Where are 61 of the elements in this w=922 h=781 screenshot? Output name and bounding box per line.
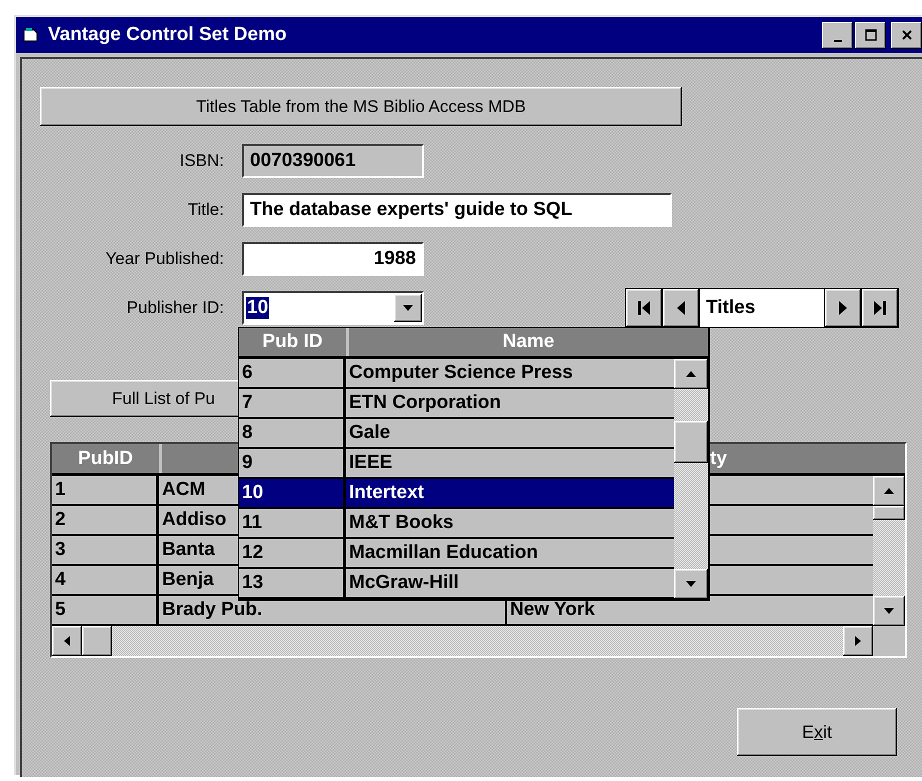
- minimize-button[interactable]: [822, 22, 853, 48]
- scroll-up-icon: [883, 487, 895, 495]
- table-cell: 1: [52, 476, 159, 504]
- scroll-thumb[interactable]: [82, 626, 112, 656]
- scroll-down-icon: [685, 580, 697, 588]
- field-label: ISBN:: [178, 151, 224, 171]
- scroll-thumb[interactable]: [674, 421, 708, 463]
- list-row[interactable]: 12 Macmillan Education: [239, 539, 674, 569]
- dropdown-arrow-icon: [402, 304, 414, 312]
- column-header: Name: [502, 330, 556, 354]
- navigator-caption: Titles: [700, 289, 824, 327]
- first-record-icon: [636, 299, 652, 317]
- publisher-dropdown[interactable]: 10: [242, 291, 424, 325]
- scroll-up-button[interactable]: [873, 476, 905, 506]
- previous-record-button[interactable]: [663, 289, 699, 327]
- scroll-down-button[interactable]: [674, 569, 708, 599]
- vertical-scrollbar[interactable]: [873, 476, 905, 626]
- close-icon: [900, 28, 914, 42]
- scroll-left-button[interactable]: [52, 626, 82, 656]
- close-button[interactable]: [891, 22, 922, 48]
- vertical-scrollbar[interactable]: [674, 359, 708, 599]
- scroll-right-icon: [854, 635, 862, 647]
- field-label: Title:: [186, 200, 224, 220]
- last-record-icon: [872, 299, 888, 317]
- column-header: ty: [709, 446, 727, 470]
- list-row[interactable]: 10 Intertext: [239, 479, 674, 509]
- scroll-right-button[interactable]: [843, 626, 873, 656]
- field-label: Year Published:: [104, 249, 224, 269]
- table-cell: 4: [52, 566, 159, 594]
- next-record-button[interactable]: [825, 289, 861, 327]
- input-field[interactable]: The database experts' guide to SQL: [242, 193, 672, 227]
- maximize-button[interactable]: [855, 22, 886, 48]
- list-row[interactable]: 13 McGraw-Hill: [239, 569, 674, 599]
- column-header: Pub ID: [239, 328, 349, 356]
- table-cell: 2: [52, 506, 159, 534]
- horizontal-scrollbar[interactable]: [52, 626, 905, 656]
- list-row[interactable]: 7 ETN Corporation: [239, 389, 674, 419]
- field-label: Publisher ID:: [126, 298, 224, 318]
- minimize-icon: [834, 40, 842, 42]
- titles-table-button[interactable]: Titles Table from the MS Biblio Access MDB: [40, 87, 682, 126]
- scroll-up-button[interactable]: [674, 359, 708, 389]
- first-record-button[interactable]: [626, 289, 662, 327]
- window-title: Vantage Control Set Demo: [48, 24, 287, 46]
- scroll-down-icon: [883, 607, 895, 615]
- column-header: PubID: [52, 444, 162, 473]
- scroll-down-button[interactable]: [873, 596, 905, 626]
- last-record-button[interactable]: [862, 289, 898, 327]
- table-cell: 3: [52, 536, 159, 564]
- list-row[interactable]: 6 Computer Science Press: [239, 359, 674, 389]
- scroll-up-icon: [685, 370, 697, 378]
- maximize-icon: [864, 28, 878, 42]
- full-list-button[interactable]: Full List of Pu: [50, 380, 240, 417]
- scroll-left-icon: [63, 635, 71, 647]
- list-row[interactable]: 8 Gale: [239, 419, 674, 449]
- scroll-thumb[interactable]: [873, 506, 905, 520]
- input-field[interactable]: 1988: [242, 242, 424, 276]
- list-row[interactable]: 11 M&T Books: [239, 509, 674, 539]
- input-field[interactable]: 0070390061: [242, 144, 424, 178]
- exit-button[interactable]: Exit: [737, 708, 897, 756]
- app-icon: [22, 27, 40, 43]
- table-cell-text: New York: [509, 598, 595, 622]
